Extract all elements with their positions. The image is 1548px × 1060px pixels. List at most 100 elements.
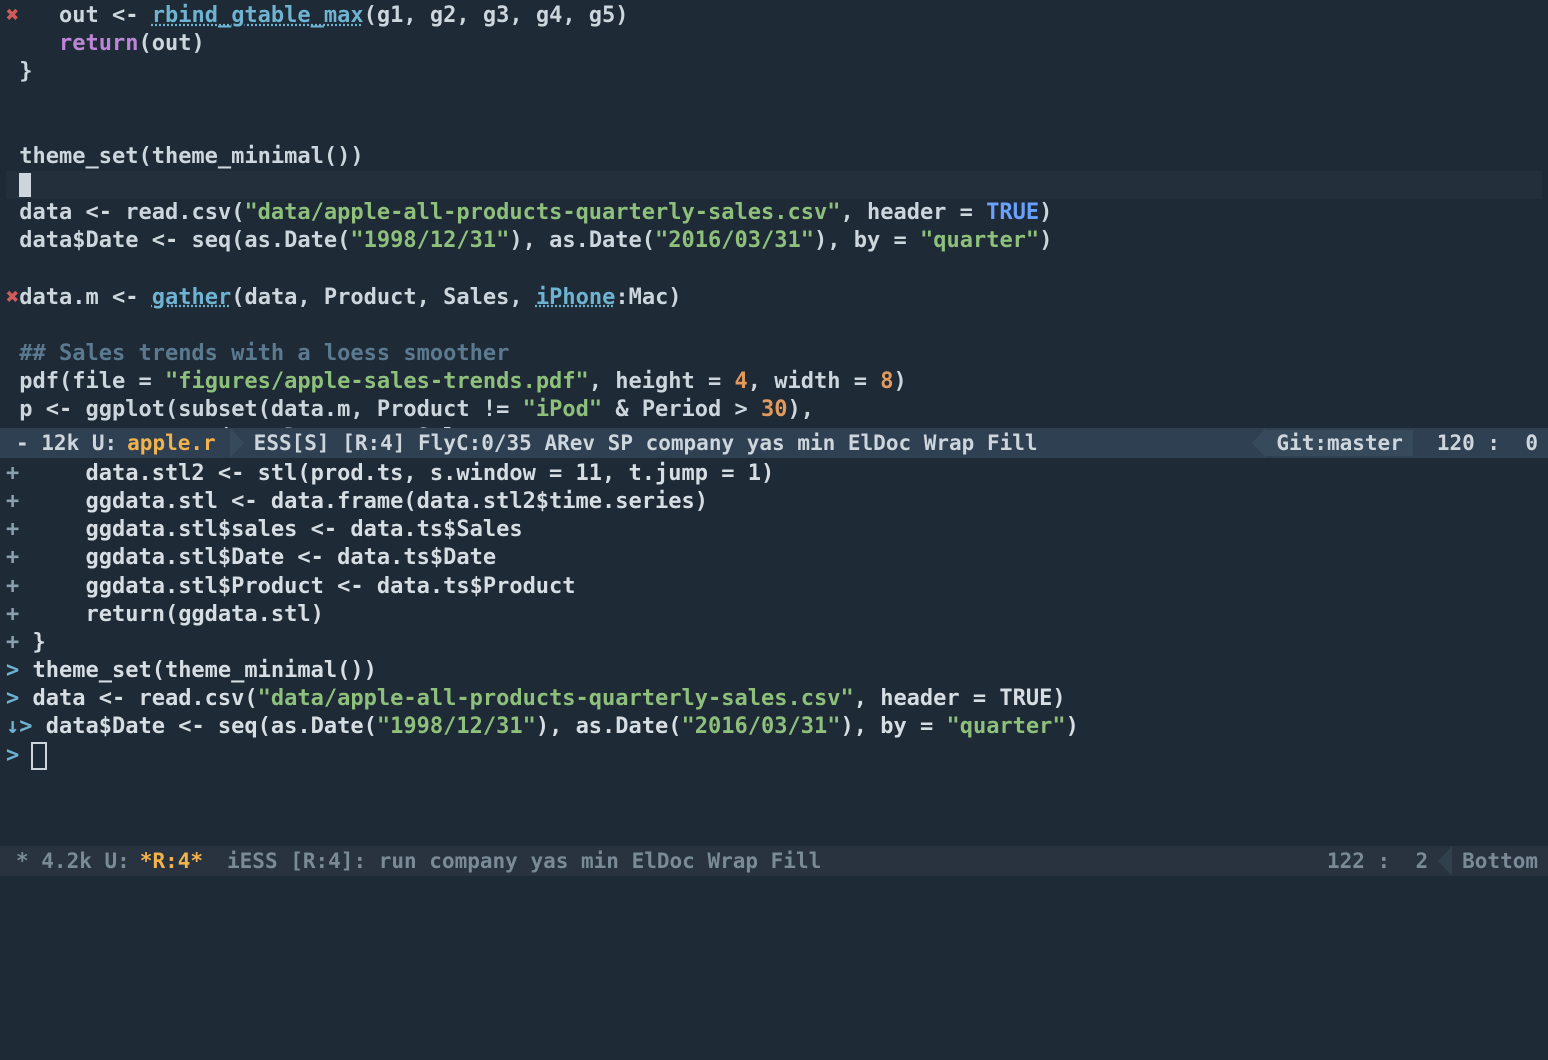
repl-prompt: ↓> xyxy=(6,714,33,739)
token: seq(as.Date( xyxy=(178,228,350,253)
code-line[interactable] xyxy=(6,171,1542,199)
token: "2016/03/31" xyxy=(682,714,841,739)
token: "iPod" xyxy=(523,397,602,422)
token: "data/apple-all-products-quarterly-sales… xyxy=(258,686,854,711)
token: ), as.Date( xyxy=(536,714,682,739)
token: ggdata.stl$Product <- data.ts$Product xyxy=(19,574,575,599)
token: data.m xyxy=(19,285,112,310)
powerline-arrow-icon xyxy=(1438,846,1452,876)
code-line[interactable]: > theme_set(theme_minimal()) xyxy=(6,657,1542,685)
repl-prompt: + xyxy=(6,602,19,627)
code-line[interactable]: > data <- read.csv("data/apple-all-produ… xyxy=(6,685,1542,713)
gutter-indicator xyxy=(6,87,19,112)
gutter-indicator xyxy=(6,341,19,366)
token: return xyxy=(59,31,138,56)
repl-prompt: > xyxy=(6,743,19,768)
code-line[interactable]: pdf(file = "figures/apple-sales-trends.p… xyxy=(6,368,1542,396)
gutter-indicator xyxy=(6,228,19,253)
code-line[interactable]: ## Sales trends with a loess smoother xyxy=(6,340,1542,368)
token: 4 xyxy=(735,369,748,394)
token: "quarter" xyxy=(920,228,1039,253)
token: out xyxy=(19,3,112,28)
code-line[interactable]: data$Date <- seq(as.Date("1998/12/31"), … xyxy=(6,227,1542,255)
token: <- xyxy=(112,285,139,310)
token: 8 xyxy=(880,369,893,394)
code-line[interactable]: + data.stl2 <- stl(prod.ts, s.window = 1… xyxy=(6,460,1542,488)
token: , header = xyxy=(840,200,986,225)
repl-pane-bottom[interactable]: + data.stl2 <- stl(prod.ts, s.window = 1… xyxy=(0,458,1548,846)
token: ) xyxy=(893,369,906,394)
gutter-indicator: ✖ xyxy=(6,3,19,28)
repl-prompt: + xyxy=(6,574,19,599)
cursor-position: 120 : 0 xyxy=(1427,430,1548,457)
token: ), xyxy=(788,397,815,422)
code-line[interactable]: + } xyxy=(6,629,1542,657)
powerline-arrow-icon xyxy=(1413,428,1427,458)
gutter-indicator xyxy=(6,172,19,197)
code-line[interactable]: + ggdata.stl$Product <- data.ts$Product xyxy=(6,573,1542,601)
token: <- xyxy=(46,397,73,422)
code-line[interactable]: theme_set(theme_minimal()) xyxy=(6,143,1542,171)
token: rbind_gtable_max xyxy=(152,3,364,28)
code-line[interactable]: + ggdata.stl$sales <- data.ts$Sales xyxy=(6,516,1542,544)
repl-prompt: > xyxy=(6,658,19,683)
token xyxy=(19,743,32,768)
token: "1998/12/31" xyxy=(377,714,536,739)
token: ggdata.stl$Date <- data.ts$Date xyxy=(19,545,496,570)
editor-pane-top[interactable]: ✖ out <- rbind_gtable_max(g1, g2, g3, g4… xyxy=(0,0,1548,428)
code-line[interactable] xyxy=(6,312,1542,340)
gutter-indicator xyxy=(6,313,19,338)
modeline-modes: ESS[S] [R:4] FlyC:0/35 ARev SP company y… xyxy=(244,430,1048,457)
code-line[interactable]: ↓> data$Date <- seq(as.Date("1998/12/31"… xyxy=(6,713,1542,741)
vc-status: Git:master xyxy=(1266,430,1412,457)
token: ) xyxy=(1066,714,1079,739)
token: ggdata.stl <- data.frame(data.stl2$time.… xyxy=(19,489,708,514)
gutter-indicator xyxy=(6,144,19,169)
token: pdf(file = xyxy=(19,369,165,394)
token: (out) xyxy=(138,31,204,56)
code-line[interactable]: + return(ggdata.stl) xyxy=(6,601,1542,629)
code-line[interactable]: ✖ out <- rbind_gtable_max(g1, g2, g3, g4… xyxy=(6,2,1542,30)
text-cursor xyxy=(33,744,45,768)
code-line[interactable] xyxy=(6,86,1542,114)
token: ) xyxy=(1039,228,1052,253)
code-line[interactable]: p <- ggplot(subset(data.m, Product != "i… xyxy=(6,396,1542,424)
code-line[interactable]: + ggdata.stl$Date <- data.ts$Date xyxy=(6,544,1542,572)
code-line[interactable]: return(out) xyxy=(6,30,1542,58)
gutter-indicator xyxy=(6,31,19,56)
code-line[interactable] xyxy=(6,255,1542,283)
code-line[interactable]: data <- read.csv("data/apple-all-product… xyxy=(6,199,1542,227)
code-line[interactable] xyxy=(6,115,1542,143)
repl-prompt: + xyxy=(6,461,19,486)
buffer-name[interactable]: apple.r xyxy=(127,430,216,457)
token: "2016/03/31" xyxy=(655,228,814,253)
token: ) xyxy=(1039,200,1052,225)
gutter-indicator xyxy=(6,200,19,225)
token: data <- read.csv( xyxy=(19,686,257,711)
buffer-name[interactable]: *R:4* xyxy=(140,848,203,875)
token: data$Date <- seq(as.Date( xyxy=(33,714,377,739)
token: theme_set(theme_minimal()) xyxy=(19,144,363,169)
code-line[interactable]: ✖data.m <- gather(data, Product, Sales, … xyxy=(6,284,1542,312)
repl-prompt: + xyxy=(6,545,19,570)
token: data$Date xyxy=(19,228,151,253)
powerline-arrow-icon xyxy=(230,428,244,458)
modeline-left: * 4.2k U: xyxy=(6,848,140,875)
token: , header = TRUE) xyxy=(854,686,1066,711)
code-line[interactable]: + ggdata.stl <- data.frame(data.stl2$tim… xyxy=(6,488,1542,516)
token: ), as.Date( xyxy=(509,228,655,253)
token: ggplot(subset(data.m, Product != xyxy=(72,397,522,422)
token: data xyxy=(19,200,85,225)
token: aes(x = Date, y = Sales, xyxy=(19,425,496,428)
minibuffer[interactable] xyxy=(0,876,1548,1060)
token xyxy=(138,3,151,28)
token: p xyxy=(19,397,46,422)
token: } xyxy=(19,59,32,84)
token: "1998/12/31" xyxy=(350,228,509,253)
token: ggdata.stl$sales <- data.ts$Sales xyxy=(19,517,522,542)
token: read.csv( xyxy=(112,200,244,225)
code-line[interactable]: > xyxy=(6,742,1542,770)
token: "quarter" xyxy=(946,714,1065,739)
modeline-top: - 12k U: apple.r ESS[S] [R:4] FlyC:0/35 … xyxy=(0,428,1548,458)
code-line[interactable]: } xyxy=(6,58,1542,86)
